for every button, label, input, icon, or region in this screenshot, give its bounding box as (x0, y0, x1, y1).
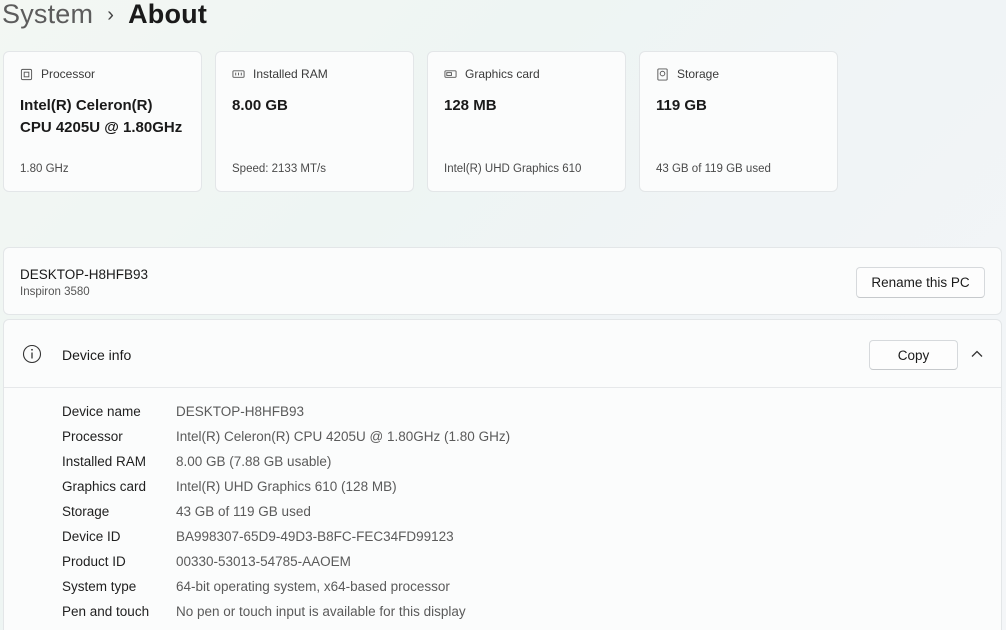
graphics-card-icon (444, 69, 457, 78)
spec-card-label: Processor (41, 67, 96, 81)
spec-value-line: 8.00 GB (232, 97, 288, 114)
info-label: Processor (62, 429, 123, 444)
rename-pc-button[interactable]: Rename this PC (856, 267, 985, 298)
pc-name-card: DESKTOP-H8HFB93 Inspiron 3580 Rename thi… (3, 247, 1002, 315)
spec-card-graphics: Graphics card 128 MB Intel(R) UHD Graphi… (427, 51, 626, 192)
info-label: Storage (62, 504, 110, 519)
info-value: BA998307-65D9-49D3-B8FC-FEC34FD99123 (176, 529, 454, 544)
spec-card-value: 119 GB (656, 95, 821, 117)
spec-card-label: Graphics card (465, 67, 540, 81)
info-label: Device ID (62, 529, 121, 544)
page-title: About (128, 0, 208, 29)
ram-icon (232, 69, 245, 78)
pc-model: Inspiron 3580 (20, 286, 90, 298)
device-info-list: Device name DESKTOP-H8HFB93 Processor In… (62, 399, 510, 624)
info-row-system-type: System type 64-bit operating system, x64… (62, 574, 510, 599)
breadcrumb-system[interactable]: System (2, 0, 93, 30)
spec-card-header: Graphics card (444, 67, 609, 81)
info-row-storage: Storage 43 GB of 119 GB used (62, 499, 510, 524)
spec-card-processor: Processor Intel(R) Celeron(R) CPU 4205U … (3, 51, 202, 192)
device-info-panel: Device info Copy Device name DESKTOP-H8H… (3, 319, 1002, 630)
device-info-title: Device info (62, 347, 132, 363)
info-value: 00330-53013-54785-AAOEM (176, 554, 351, 569)
info-value: DESKTOP-H8HFB93 (176, 404, 305, 419)
pc-name: DESKTOP-H8HFB93 (20, 267, 149, 282)
info-label: Product ID (62, 554, 126, 569)
info-row-product-id: Product ID 00330-53013-54785-AAOEM (62, 549, 510, 574)
info-value: 8.00 GB (7.88 GB usable) (176, 454, 332, 469)
spec-card-header: Installed RAM (232, 67, 397, 81)
spec-card-ram: Installed RAM 8.00 GB Speed: 2133 MT/s (215, 51, 414, 192)
info-label: Installed RAM (62, 454, 147, 469)
spec-card-header: Processor (20, 67, 185, 81)
info-label: Device name (62, 404, 141, 419)
info-value: No pen or touch input is available for t… (176, 604, 466, 619)
breadcrumb-separator: › (107, 3, 115, 26)
info-row-processor: Processor Intel(R) Celeron(R) CPU 4205U … (62, 424, 510, 449)
spec-card-value: 8.00 GB (232, 95, 397, 117)
info-row-device-name: Device name DESKTOP-H8HFB93 (62, 399, 510, 424)
storage-icon (657, 67, 668, 81)
info-label: Pen and touch (62, 604, 150, 619)
info-value: 64-bit operating system, x64-based proce… (176, 579, 450, 594)
info-row-device-id: Device ID BA998307-65D9-49D3-B8FC-FEC34F… (62, 524, 510, 549)
info-row-installed-ram: Installed RAM 8.00 GB (7.88 GB usable) (62, 449, 510, 474)
spec-value-line: 119 GB (656, 97, 707, 114)
breadcrumb: System › About (2, 0, 207, 34)
info-row-pen-and-touch: Pen and touch No pen or touch input is a… (62, 599, 510, 624)
spec-card-detail: 43 GB of 119 GB used (656, 163, 771, 175)
spec-card-value: 128 MB (444, 95, 609, 117)
spec-card-detail: 1.80 GHz (20, 163, 69, 175)
info-value: 43 GB of 119 GB used (176, 504, 311, 519)
info-label: Graphics card (62, 479, 147, 494)
processor-icon (20, 68, 33, 80)
spec-card-detail: Intel(R) UHD Graphics 610 (444, 163, 582, 175)
spec-value-line: 128 MB (444, 97, 497, 114)
spec-card-header: Storage (656, 67, 821, 81)
info-label: System type (62, 579, 137, 594)
chevron-up-icon[interactable] (970, 347, 984, 361)
device-info-header[interactable]: Device info Copy (4, 320, 1001, 388)
spec-card-label: Installed RAM (253, 67, 328, 81)
spec-card-label: Storage (677, 67, 720, 81)
spec-value-line: CPU 4205U @ 1.80GHz (20, 119, 183, 136)
info-icon (22, 344, 42, 364)
info-value: Intel(R) Celeron(R) CPU 4205U @ 1.80GHz … (176, 429, 511, 444)
info-value: Intel(R) UHD Graphics 610 (128 MB) (176, 479, 397, 494)
spec-value-line: Intel(R) Celeron(R) (20, 97, 153, 114)
spec-card-value: Intel(R) Celeron(R) CPU 4205U @ 1.80GHz (20, 95, 185, 139)
info-row-graphics-card: Graphics card Intel(R) UHD Graphics 610 … (62, 474, 510, 499)
spec-card-storage: Storage 119 GB 43 GB of 119 GB used (639, 51, 838, 192)
copy-button[interactable]: Copy (869, 340, 958, 370)
spec-card-detail: Speed: 2133 MT/s (232, 163, 326, 175)
